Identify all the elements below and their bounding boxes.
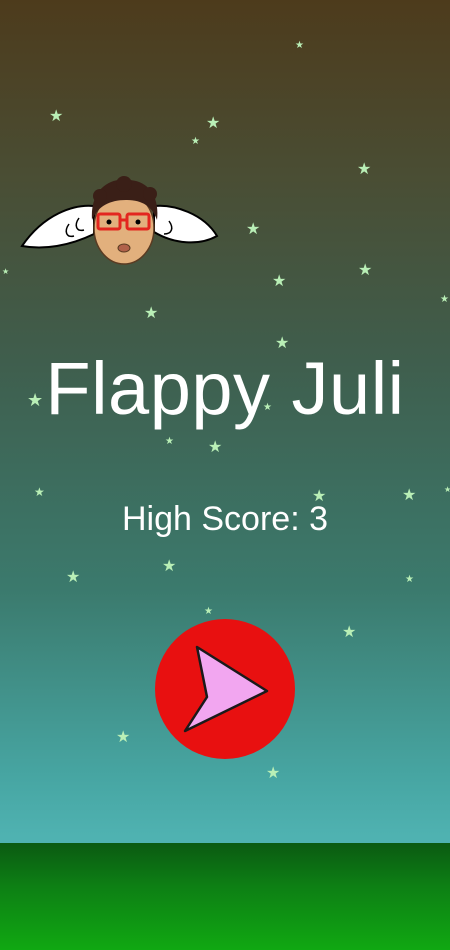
high-score-label: High Score: 3 [122, 500, 328, 538]
player-character [14, 176, 224, 276]
star-decoration: ★ [206, 115, 221, 132]
star-decoration: ★ [342, 624, 357, 641]
star-decoration: ★ [272, 273, 287, 290]
star-decoration: ★ [266, 765, 281, 782]
star-decoration: ★ [66, 569, 81, 586]
star-decoration: ★ [165, 436, 174, 447]
star-decoration: ★ [405, 574, 414, 585]
winged-head-character-icon [20, 176, 219, 265]
game-scene[interactable]: ★ ★ ★ ★ ★ ★ ★ ★ ★ ★ ★ ★ ★ ★ ★ ★ ★ ★ ★ ★ ★ ★ ★ ★ ★ ★ ★ [0, 0, 450, 950]
star-decoration: ★ [295, 40, 304, 51]
star-decoration: ★ [357, 161, 372, 178]
star-decoration: ★ [49, 108, 64, 125]
play-button[interactable] [155, 619, 295, 759]
ground [0, 843, 450, 950]
star-decoration: ★ [358, 262, 373, 279]
star-decoration: ★ [34, 485, 45, 499]
star-decoration: ★ [204, 606, 213, 617]
star-decoration: ★ [162, 558, 177, 575]
star-decoration: ★ [2, 267, 10, 276]
star-decoration: ★ [440, 294, 449, 305]
star-decoration: ★ [116, 729, 131, 746]
star-decoration: ★ [246, 221, 261, 238]
game-title: Flappy Juli [45, 347, 405, 430]
play-triangle-icon [183, 645, 269, 733]
star-decoration: ★ [444, 485, 450, 494]
star-decoration: ★ [191, 136, 200, 147]
star-decoration: ★ [144, 305, 159, 322]
star-decoration: ★ [208, 439, 223, 456]
